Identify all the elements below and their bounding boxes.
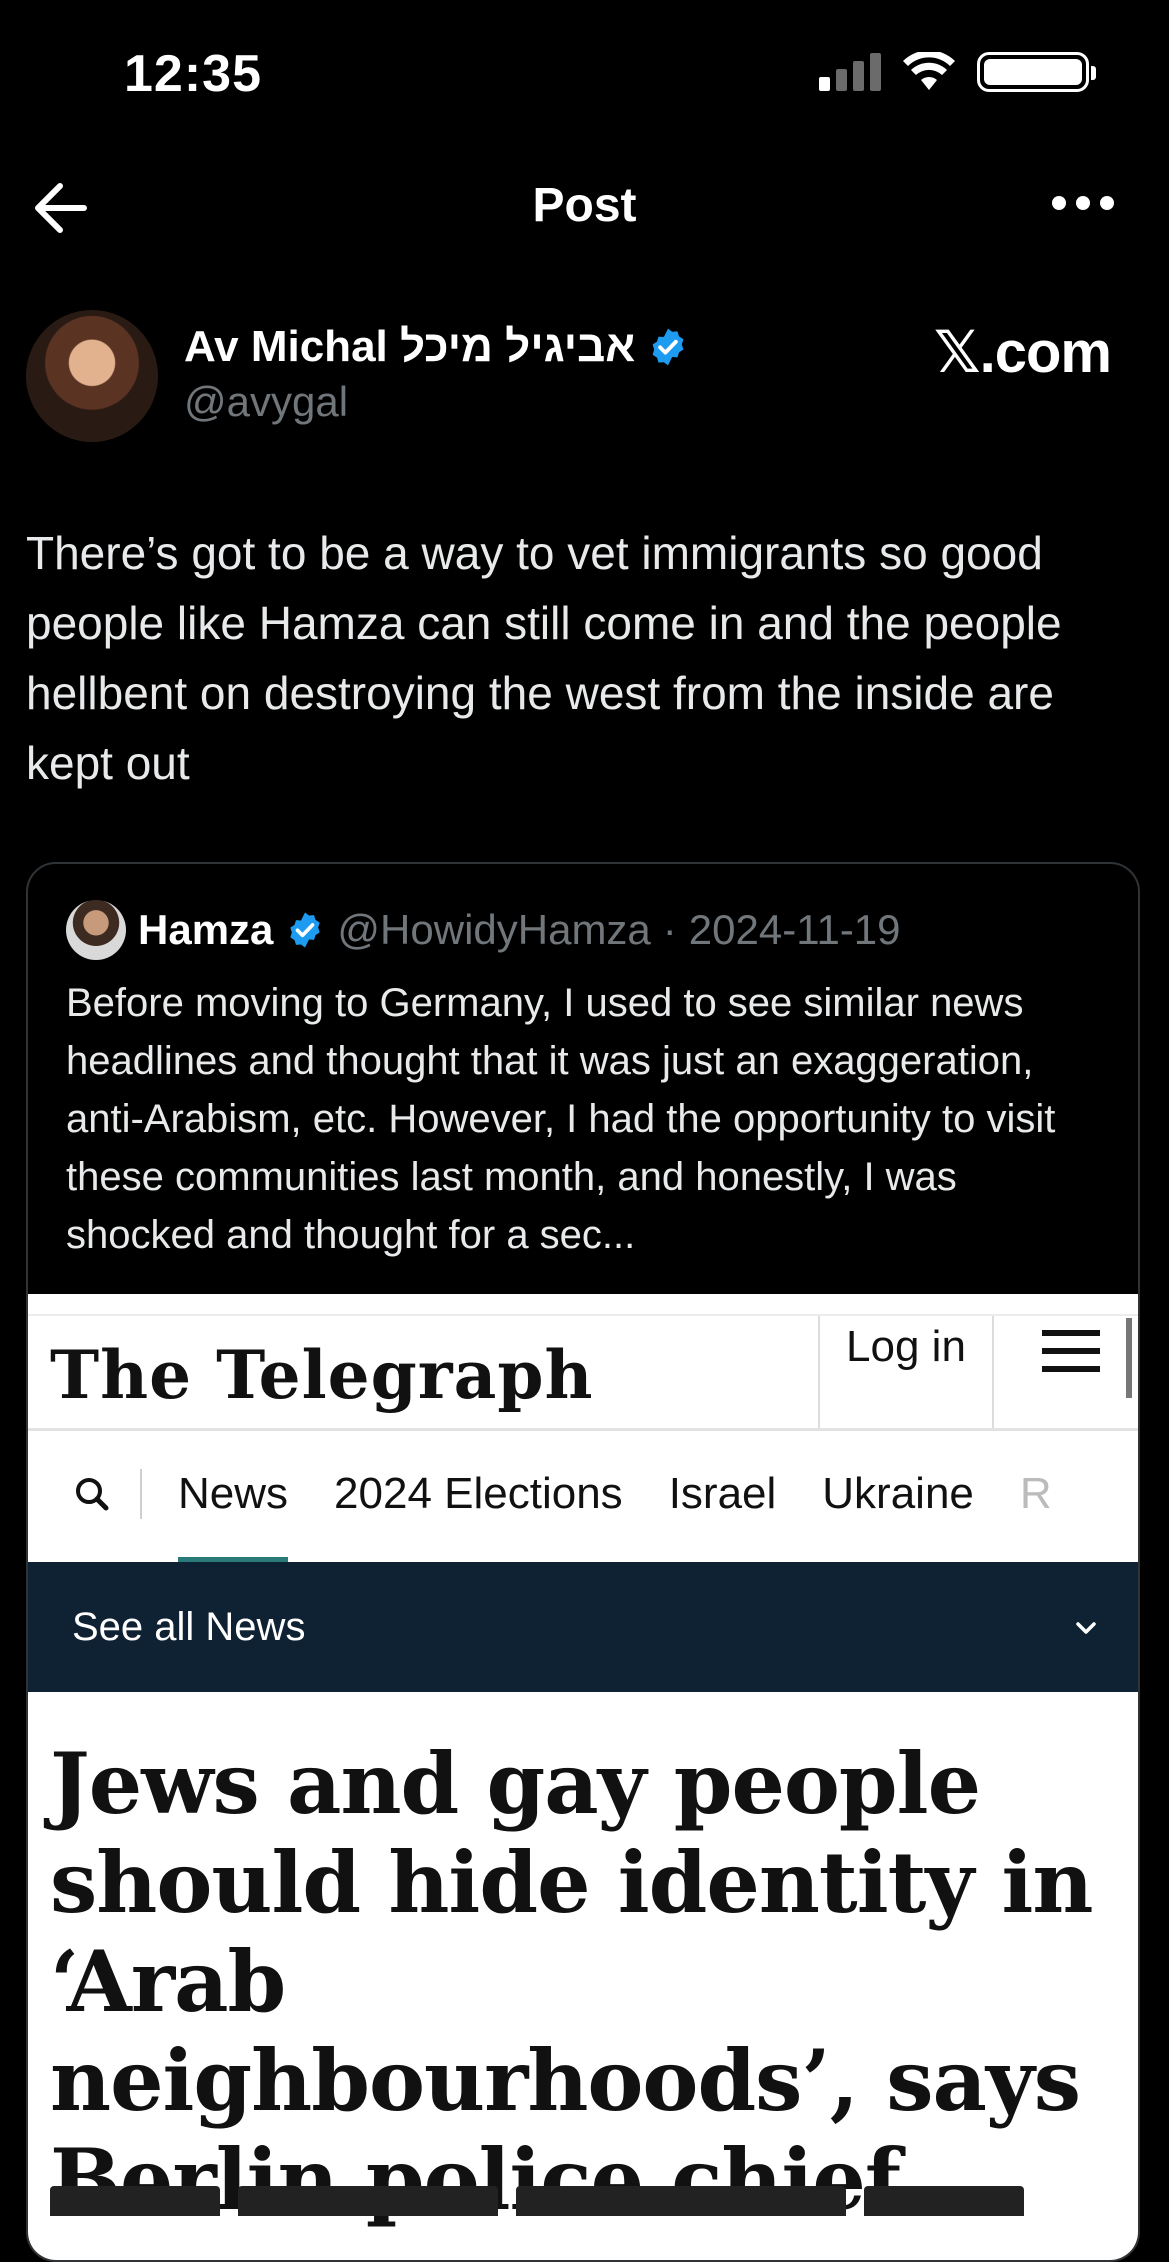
telegraph-header: The Telegraph Log in bbox=[28, 1314, 1138, 1431]
search-icon bbox=[76, 1478, 109, 1511]
nav-divider bbox=[140, 1469, 142, 1519]
author-handle[interactable]: @avygal bbox=[184, 378, 348, 426]
author-avatar[interactable] bbox=[26, 310, 158, 442]
telegraph-nav: News 2024 Elections Israel Ukraine R bbox=[28, 1429, 1138, 1567]
nav-item-ukraine: Ukraine bbox=[822, 1469, 974, 1518]
nav-item-israel: Israel bbox=[668, 1469, 777, 1518]
post-text: There’s got to be a way to vet immigrant… bbox=[26, 527, 1062, 789]
nav-item-truncated: R bbox=[1019, 1469, 1052, 1518]
see-all-news-bar: See all News bbox=[28, 1562, 1138, 1692]
separator-dot: · bbox=[662, 906, 677, 953]
quoted-post-image[interactable]: The Telegraph Log in News 2024 Elections… bbox=[28, 1294, 1138, 2260]
status-time: 12:35 bbox=[124, 45, 262, 103]
more-options-icon[interactable] bbox=[1052, 196, 1114, 210]
cellular-signal-icon bbox=[819, 53, 881, 91]
nav-item-elections: 2024 Elections bbox=[334, 1469, 623, 1518]
chevron-down-icon bbox=[1076, 1622, 1096, 1634]
quoted-post-date: 2024-11-19 bbox=[688, 906, 901, 953]
verified-badge-icon bbox=[652, 328, 684, 366]
see-all-news-label: See all News bbox=[72, 1604, 306, 1649]
status-indicators bbox=[819, 52, 1096, 92]
article-standfirst-cropped bbox=[50, 2186, 1090, 2216]
quoted-author-avatar bbox=[66, 900, 126, 960]
page-title: Post bbox=[532, 179, 637, 232]
wifi-icon bbox=[903, 52, 955, 90]
battery-icon bbox=[977, 52, 1096, 92]
quoted-post-text: Before moving to Germany, I used to see … bbox=[66, 981, 1056, 1257]
telegraph-logo: The Telegraph bbox=[50, 1336, 594, 1414]
quoted-post-card[interactable]: Hamza @HowidyHamza · 2024-11-19 Before m… bbox=[26, 862, 1140, 2262]
quoted-post-header: Hamza @HowidyHamza · 2024-11-19 bbox=[66, 900, 901, 960]
x-com-watermark: 𝕏.com bbox=[933, 320, 1112, 385]
scrollbar bbox=[1126, 1318, 1132, 1398]
nav-item-news: News bbox=[178, 1469, 289, 1567]
quoted-author-name: Hamza bbox=[138, 906, 274, 953]
verified-badge-icon bbox=[290, 912, 321, 948]
telegraph-login: Log in bbox=[818, 1316, 994, 1428]
author-name-row[interactable]: Av Michal אביגיל מיכל bbox=[184, 322, 689, 372]
article-headline: Jews and gay people should hide identity… bbox=[50, 1734, 1093, 2229]
hamburger-menu-icon bbox=[1042, 1330, 1100, 1372]
quoted-author-handle: @HowidyHamza bbox=[337, 906, 651, 953]
author-name[interactable]: Av Michal אביגיל מיכל bbox=[184, 322, 635, 372]
